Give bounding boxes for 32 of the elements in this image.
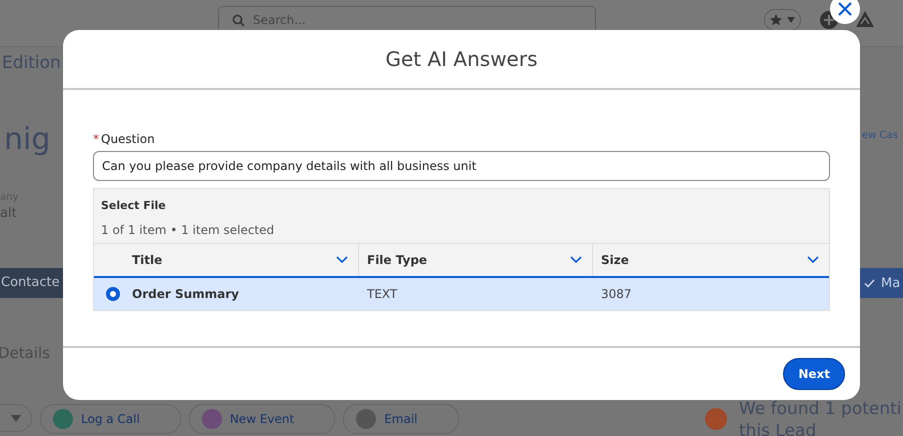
- table-cell-text: Order Summary: [132, 287, 240, 301]
- check-icon: [864, 278, 875, 288]
- status-step[interactable]: Contacte: [0, 268, 63, 298]
- column-header[interactable]: Title: [132, 244, 359, 276]
- question-label: Question: [101, 132, 155, 146]
- table-cell-text: TEXT: [366, 287, 398, 301]
- item-count: 1 of 1 item • 1 item selected: [100, 222, 276, 239]
- modal-title: Get AI Answers: [385, 47, 538, 71]
- caret-icon: [786, 16, 796, 24]
- search-icon: [232, 14, 245, 27]
- column-header[interactable]: File Type: [359, 244, 593, 276]
- caret-icon: [10, 414, 20, 422]
- star-icon: [769, 13, 783, 27]
- action-label: Email: [384, 412, 418, 426]
- radio-button[interactable]: [106, 287, 120, 301]
- next-button[interactable]: Next: [783, 358, 845, 390]
- button-label: Ma: [881, 276, 900, 290]
- record-name: nig: [4, 122, 50, 157]
- chevron-down-icon: [570, 256, 582, 264]
- mark-status-button[interactable]: Ma: [858, 268, 903, 298]
- action-label: Log a Call: [81, 412, 140, 426]
- table-row[interactable]: Order Summary TEXT 3087: [94, 278, 829, 310]
- picker-title: Select File: [100, 198, 167, 212]
- close-icon: [837, 1, 853, 17]
- record-title: Edition: [2, 53, 61, 73]
- chevron-down-icon: [336, 256, 348, 264]
- required-marker: *: [93, 132, 99, 146]
- table-cell-text: 3087: [600, 287, 633, 301]
- question-field[interactable]: Can you please provide company details with all business unit: [93, 151, 830, 181]
- action-label: New Event: [230, 412, 294, 426]
- chevron-down-icon: [807, 256, 819, 264]
- column-header[interactable]: Size: [593, 244, 829, 276]
